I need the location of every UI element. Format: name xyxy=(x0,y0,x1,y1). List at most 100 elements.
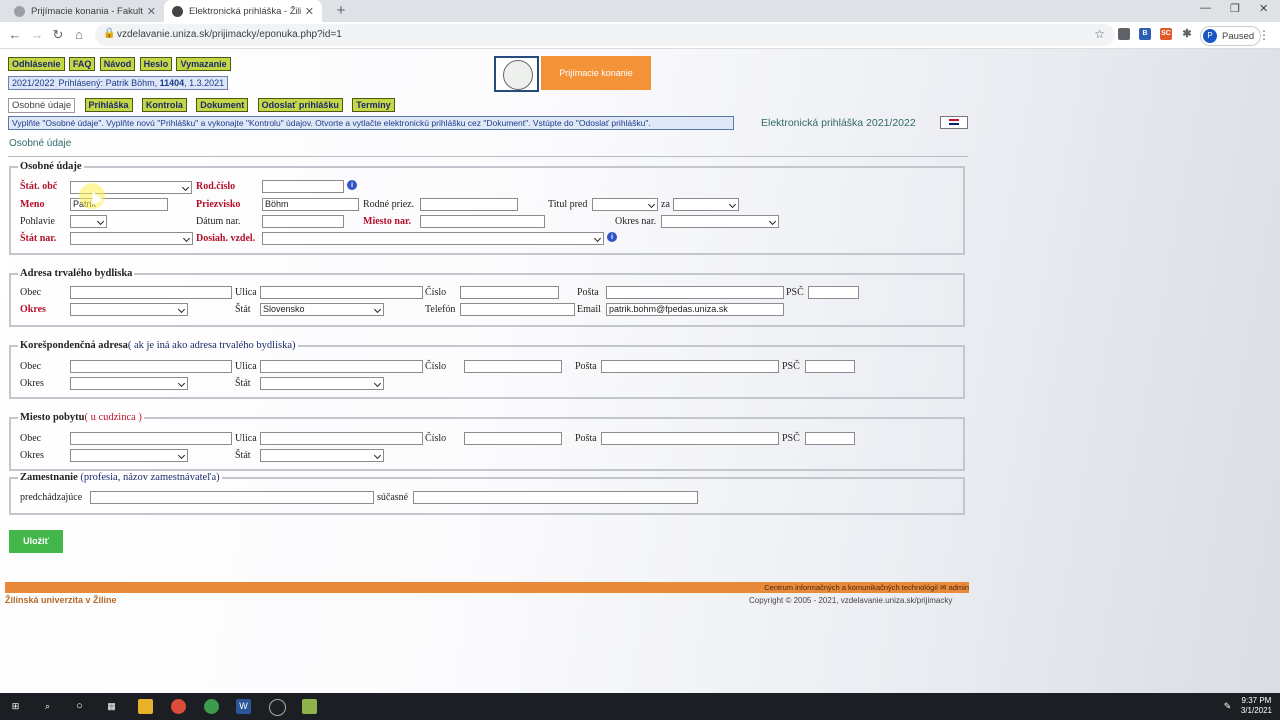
extension-icon[interactable] xyxy=(1118,28,1130,40)
app-icon[interactable] xyxy=(269,699,286,716)
tab-deadlines[interactable]: Termíny xyxy=(352,98,395,112)
phone-input[interactable] xyxy=(460,303,575,316)
street-label: Ulica xyxy=(235,361,257,372)
home-icon[interactable]: ⌂ xyxy=(70,26,88,44)
guide-button[interactable]: Návod xyxy=(99,57,136,71)
footer-bar: Centrum informačných a komunikačných tec… xyxy=(5,582,969,593)
forward-icon[interactable]: → xyxy=(28,26,46,44)
district-select[interactable] xyxy=(70,377,188,390)
new-tab-button[interactable]: + xyxy=(332,2,350,19)
country-select[interactable] xyxy=(260,449,384,462)
system-clock[interactable]: 9:37 PM 3/1/2021 xyxy=(1241,696,1272,716)
current-job-input[interactable] xyxy=(413,491,698,504)
close-tab-icon[interactable]: ✕ xyxy=(305,5,314,18)
page-content: Odhlásenie FAQ Návod Heslo Vymazanie 202… xyxy=(0,49,1280,693)
birth-place-input[interactable] xyxy=(420,215,545,228)
logout-button[interactable]: Odhlásenie xyxy=(8,57,65,71)
number-input[interactable] xyxy=(460,286,559,299)
chrome-profile-icon[interactable] xyxy=(204,699,219,714)
birth-surname-input[interactable] xyxy=(420,198,518,211)
email-input[interactable]: patrik.bohm@fpedas.uniza.sk xyxy=(606,303,784,316)
city-input[interactable] xyxy=(70,432,232,445)
title-before-select[interactable] xyxy=(592,198,658,211)
address-bar[interactable]: 🔒 vzdelavanie.uniza.sk/prijimacky/eponuk… xyxy=(95,24,1115,46)
pen-icon[interactable]: ✎ xyxy=(1220,699,1235,714)
number-input[interactable] xyxy=(464,432,562,445)
street-input[interactable] xyxy=(260,432,423,445)
word-icon[interactable]: W xyxy=(236,699,251,714)
zip-label: PSČ xyxy=(786,287,804,298)
english-language-flag[interactable] xyxy=(940,116,968,129)
tab-check[interactable]: Kontrola xyxy=(141,98,187,112)
search-icon[interactable]: ⌕ xyxy=(40,699,55,714)
city-input[interactable] xyxy=(70,360,232,373)
section-title: Korešpondenčná adresa( ak je iná ako adr… xyxy=(20,340,296,351)
zip-input[interactable] xyxy=(805,432,855,445)
password-button[interactable]: Heslo xyxy=(139,57,173,71)
delete-button[interactable]: Vymazanie xyxy=(176,57,231,71)
district-select[interactable] xyxy=(70,449,188,462)
uk-flag-icon xyxy=(949,119,959,125)
zip-input[interactable] xyxy=(808,286,859,299)
country-select[interactable]: Slovensko xyxy=(260,303,384,316)
mail-icon[interactable]: ✉ xyxy=(940,583,946,592)
tab-personal-data[interactable]: Osobné údaje xyxy=(8,98,76,113)
post-input[interactable] xyxy=(601,360,779,373)
bookmark-star-icon[interactable]: ☆ xyxy=(1094,27,1105,41)
task-view-icon[interactable]: ▦ xyxy=(104,699,119,714)
close-window-icon[interactable]: ✕ xyxy=(1259,2,1268,15)
title-after-select[interactable] xyxy=(673,198,739,211)
country-select[interactable] xyxy=(260,377,384,390)
birth-number-input[interactable] xyxy=(262,180,344,193)
close-tab-icon[interactable]: ✕ xyxy=(147,5,156,18)
tab-document[interactable]: Dokument xyxy=(196,98,249,112)
tab-application[interactable]: Prihláška xyxy=(84,98,133,112)
city-input[interactable] xyxy=(70,286,232,299)
browser-toolbar: ← → ↻ ⌂ 🔒 vzdelavanie.uniza.sk/prijimack… xyxy=(0,22,1280,49)
extension-b-icon[interactable]: B xyxy=(1139,28,1151,40)
zip-input[interactable] xyxy=(805,360,855,373)
browser-tab-2[interactable]: Elektronická prihláška - Žilinská u ✕ xyxy=(164,0,322,22)
extension-sc-icon[interactable]: SC xyxy=(1160,28,1172,40)
reload-icon[interactable]: ↻ xyxy=(49,26,67,44)
info-icon[interactable]: i xyxy=(607,232,617,242)
kebab-menu-icon[interactable]: ⋮ xyxy=(1258,28,1270,42)
faq-button[interactable]: FAQ xyxy=(68,57,96,71)
back-icon[interactable]: ← xyxy=(6,26,24,44)
title-before-label: Titul pred xyxy=(548,199,588,210)
city-label: Obec xyxy=(20,287,42,298)
date: 3/1/2021 xyxy=(1240,706,1272,715)
section-title: Osobné údaje xyxy=(20,161,82,172)
birth-district-select[interactable] xyxy=(661,215,779,228)
number-label: Číslo xyxy=(425,433,447,444)
puzzle-icon[interactable]: ✱ xyxy=(1181,28,1193,40)
app-icon[interactable] xyxy=(302,699,317,714)
district-select[interactable] xyxy=(70,303,188,316)
chrome-icon[interactable] xyxy=(171,699,186,714)
save-button[interactable]: Uložiť xyxy=(9,530,63,553)
number-input[interactable] xyxy=(464,360,562,373)
file-explorer-icon[interactable] xyxy=(138,699,153,714)
post-input[interactable] xyxy=(606,286,784,299)
birth-country-select[interactable] xyxy=(70,232,193,245)
first-name-label: Meno xyxy=(20,199,45,210)
browser-tab-1[interactable]: Prijímacie konania - Fakulta prev ✕ xyxy=(6,0,164,22)
gender-select[interactable] xyxy=(70,215,107,228)
divider xyxy=(8,156,968,157)
birth-date-input[interactable] xyxy=(262,215,344,228)
street-input[interactable] xyxy=(260,360,423,373)
info-icon[interactable]: i xyxy=(347,180,357,190)
tab-submit[interactable]: Odoslať prihlášku xyxy=(257,98,343,112)
windows-start-icon[interactable]: ⊞ xyxy=(8,699,23,714)
street-input[interactable] xyxy=(260,286,423,299)
profile-button[interactable]: P Paused xyxy=(1200,26,1262,46)
previous-job-input[interactable] xyxy=(90,491,374,504)
footer-credits: Centrum informačných a komunikačných tec… xyxy=(764,583,969,592)
minimize-icon[interactable]: — xyxy=(1200,2,1211,14)
cortana-icon[interactable]: ○ xyxy=(72,699,87,714)
city-label: Obec xyxy=(20,433,42,444)
post-input[interactable] xyxy=(601,432,779,445)
restore-icon[interactable]: ❐ xyxy=(1230,2,1240,15)
last-name-input[interactable]: Böhm xyxy=(262,198,359,211)
education-select[interactable] xyxy=(262,232,604,245)
